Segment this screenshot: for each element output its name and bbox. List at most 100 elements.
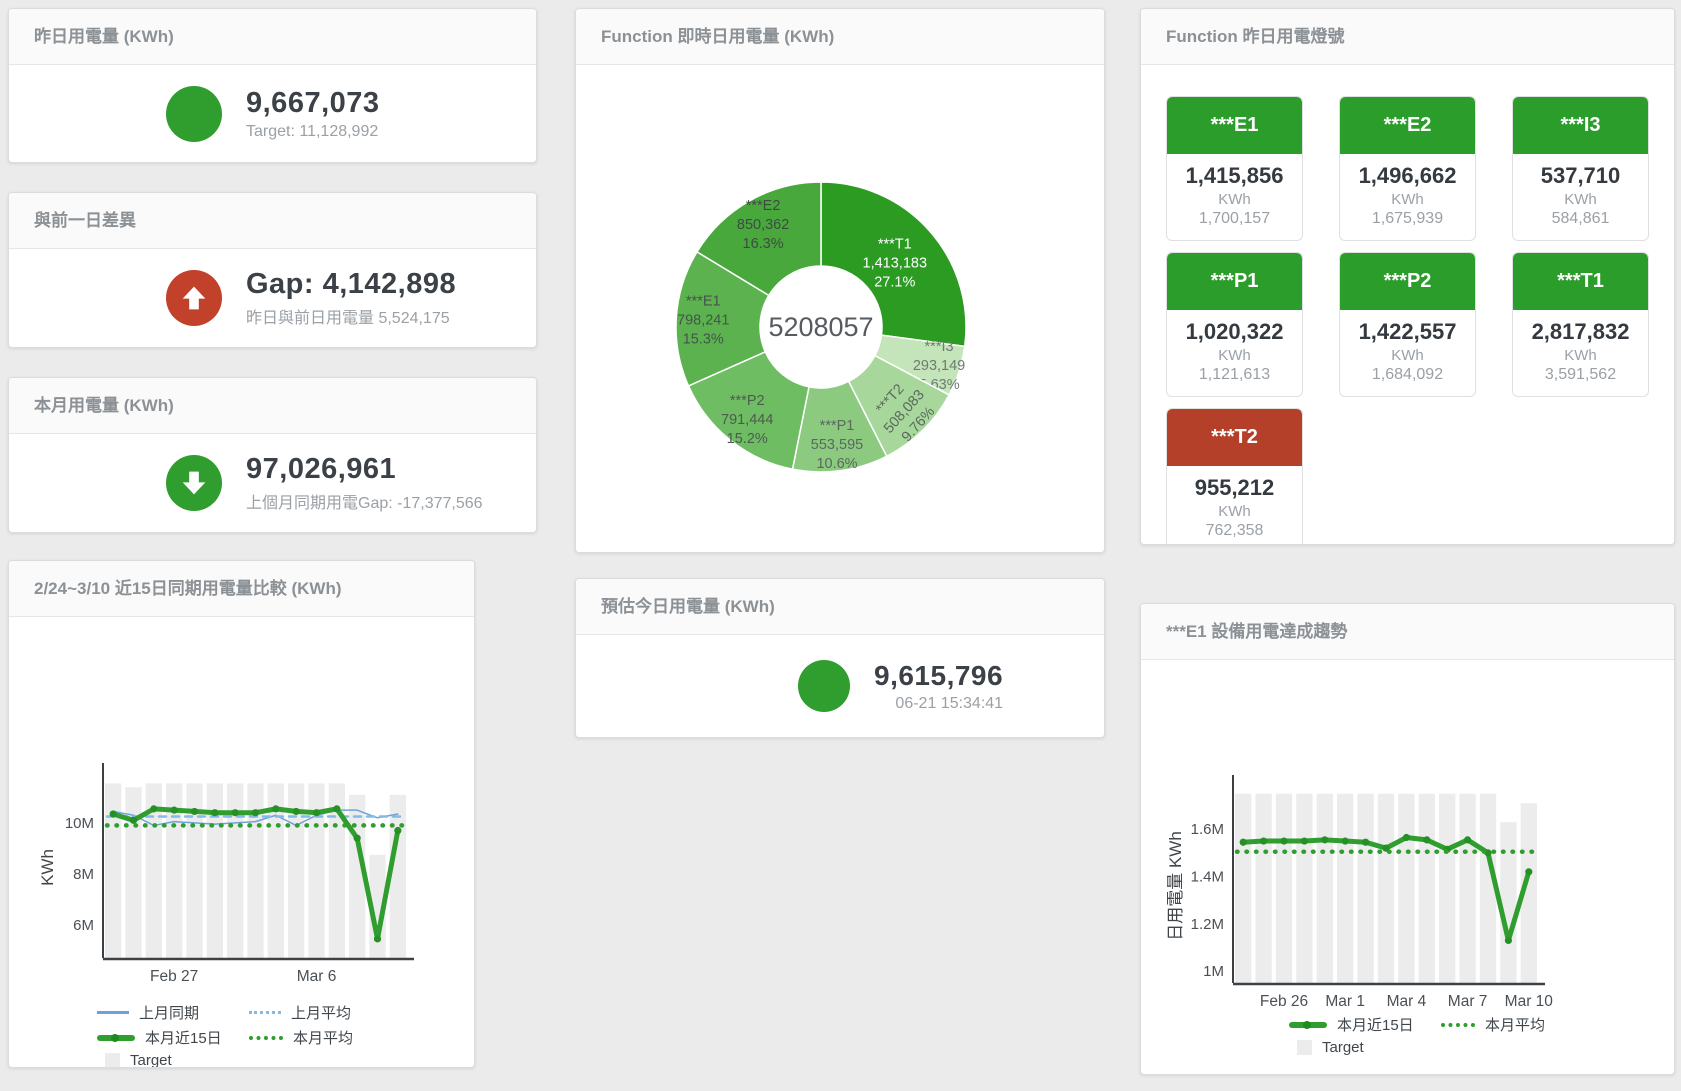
arrow-up-icon [178,282,210,314]
status-circle-green-icon [166,86,222,142]
series-point [191,808,198,815]
device-tile-name: ***I3 [1513,97,1648,154]
donut-slice-label: 791,444 [721,412,773,428]
series-point [171,807,178,814]
x-tick-label: Feb 26 [1260,993,1308,1007]
device-tile-target: 762,358 [1169,522,1300,540]
legend-item[interactable]: 本月近15日 [1289,1014,1441,1035]
month-usage-value: 97,026,961 [246,453,483,486]
target-bar [1296,794,1312,983]
device-tile-target: 1,675,939 [1342,210,1473,228]
device-tile-unit: KWh [1515,347,1646,364]
y-tick-label: 8M [73,866,94,883]
device-tile: ***P11,020,322KWh1,121,613 [1166,252,1303,397]
panel-title[interactable]: 本月用電量 (KWh) [9,378,536,434]
series-point [1525,868,1532,875]
panel-day-gap: 與前一日差異 Gap: 4,142,898 昨日與前日用電量 5,524,175 [8,192,537,348]
estimate-timestamp: 06-21 15:34:41 [874,695,1003,713]
legend-item[interactable]: 本月平均 [1441,1014,1593,1035]
legend-item[interactable]: 本月平均 [249,1027,401,1048]
device-tile-name: ***E2 [1340,97,1475,154]
donut-slice-label: 15.2% [727,431,768,447]
x-tick-label: Mar 6 [297,968,337,985]
donut-slice-label: 16.3% [743,236,784,252]
device-tile-target: 3,591,562 [1515,366,1646,384]
arrow-up-circle-icon [166,270,222,326]
x-tick-label: Mar 10 [1505,993,1554,1007]
target-bar [1255,794,1271,983]
legend-marker-icon [1441,1023,1475,1027]
legend-marker-icon [1289,1022,1327,1028]
target-bar [105,783,121,958]
target-bar [1276,794,1292,983]
y-axis-label: KWh [38,849,57,886]
device-tile-unit: KWh [1515,191,1646,208]
legend-item[interactable]: 本月近15日 [97,1027,249,1048]
device-tile-target: 1,121,613 [1169,366,1300,384]
y-tick-label: 10M [65,815,94,832]
donut-slice-label: ***E2 [746,198,781,214]
target-bar [1398,794,1414,983]
device-tile: ***P21,422,557KWh1,684,092 [1339,252,1476,397]
panel-title[interactable]: 與前一日差異 [9,193,536,249]
target-bar [1235,794,1251,983]
series-point [1342,837,1349,844]
device-tile-unit: KWh [1342,347,1473,364]
legend-item[interactable]: Target [1289,1039,1441,1056]
series-point [1423,836,1430,843]
series-point [1321,836,1328,843]
series-point [1403,834,1410,841]
compare-chart-legend: 上月同期 上月平均本月近15日 本月平均 Target [97,1002,474,1068]
legend-label: 本月近15日 [145,1027,222,1048]
series-point [1301,837,1308,844]
legend-label: Target [1322,1039,1364,1056]
device-tile-unit: KWh [1342,191,1473,208]
donut-slice-label: ***P2 [730,393,765,409]
device-tile-value: 1,020,322 [1169,319,1300,345]
legend-item[interactable]: 上月同期 [97,1002,249,1023]
day-gap-sub: 昨日與前日用電量 5,524,175 [246,304,456,328]
legend-marker-icon [1297,1040,1312,1055]
panel-title[interactable]: Function 昨日用電燈號 [1141,9,1674,65]
legend-label: 上月平均 [291,1002,351,1023]
target-bar [1337,794,1353,983]
panel-title[interactable]: Function 即時日用電量 (KWh) [576,9,1104,65]
device-tile-target: 1,700,157 [1169,210,1300,228]
device-tile-unit: KWh [1169,191,1300,208]
legend-item[interactable]: 上月平均 [249,1002,401,1023]
donut-slice-label: 15.3% [683,332,724,348]
legend-label: Target [130,1052,172,1068]
trend-chart-legend: 本月近15日本月平均 Target [1289,1014,1674,1056]
target-bar [1317,794,1333,983]
x-tick-label: Mar 7 [1448,993,1488,1007]
panel-realtime-pie: Function 即時日用電量 (KWh) ***T11,413,18327.1… [575,8,1105,553]
panel-title[interactable]: 預估今日用電量 (KWh) [576,579,1104,635]
device-tile-name: ***E1 [1167,97,1302,154]
panel-title[interactable]: 2/24~3/10 近15日同期用電量比較 (KWh) [9,561,474,617]
donut-slice-label: ***T1 [878,237,912,253]
panel-title[interactable]: 昨日用電量 (KWh) [9,9,536,65]
device-tile-grid: ***E11,415,856KWh1,700,157***E21,496,662… [1166,96,1674,545]
panel-title[interactable]: ***E1 設備用電達成趨勢 [1141,604,1674,660]
arrow-down-icon [178,467,210,499]
device-tile: ***E21,496,662KWh1,675,939 [1339,96,1476,241]
donut-slice-label: 293,149 [913,358,965,374]
device-tile-name: ***P1 [1167,253,1302,310]
series-point [1464,836,1471,843]
panel-yesterday-usage: 昨日用電量 (KWh) 9,667,073 Target: 11,128,992 [8,8,537,163]
donut-slice-label: 850,362 [737,217,789,233]
legend-item[interactable]: Target [97,1052,249,1068]
device-tile-unit: KWh [1169,503,1300,520]
donut-slice-label: 27.1% [874,275,915,291]
dashboard: { "colors": { "green": "#2f9e2f", "red_t… [0,0,1681,1091]
estimate-value: 9,615,796 [874,660,1003,692]
target-bar [1378,794,1394,983]
series-point [354,835,361,842]
legend-marker-icon [105,1053,120,1068]
x-tick-label: Mar 1 [1325,993,1365,1007]
series-point [374,935,381,942]
compare-line-chart: 6M8M10MFeb 27Mar 6KWh [9,617,468,995]
legend-marker-icon [249,1011,281,1014]
device-tile-name: ***T2 [1167,409,1302,466]
function-usage-donut-chart: ***T11,413,18327.1%***I3293,1495.63%***T… [576,65,1104,552]
